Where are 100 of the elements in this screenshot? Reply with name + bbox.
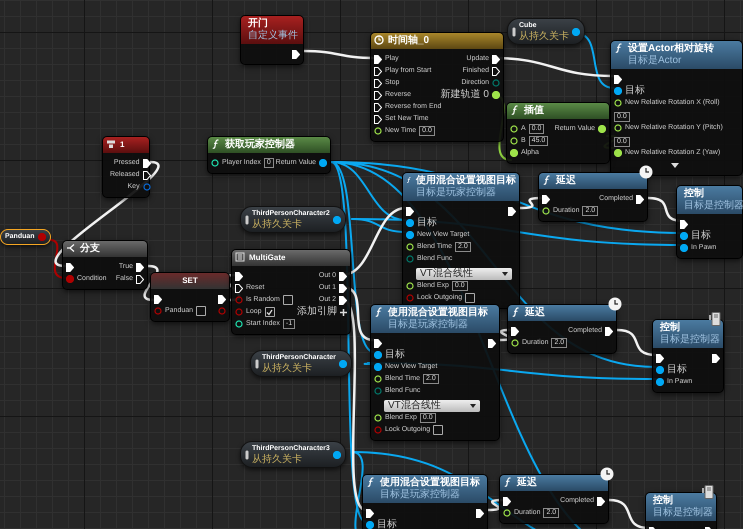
node-title: 使用混合设置视图目标 [388,307,488,318]
data-pin-icon[interactable] [614,87,622,95]
checkbox[interactable] [282,295,293,305]
function-icon [406,175,412,185]
exec-pin-icon[interactable] [136,274,144,284]
exec-pin-icon[interactable] [374,90,382,100]
exec-pin-icon[interactable] [218,294,226,304]
exec-pin-icon[interactable] [492,66,500,76]
add-pin-button[interactable]: 添加引脚 [297,306,347,318]
exec-pin-icon[interactable] [154,294,162,304]
pin-label: 目标 [377,519,397,529]
exec-pin-icon[interactable] [339,272,347,280]
data-pin-icon[interactable] [656,366,664,374]
variable-source: 从持久关卡 [262,363,313,374]
data-pin-icon[interactable] [680,232,688,240]
pin-label: 目标 [667,364,687,376]
function-icon [511,307,521,317]
exec-pin-icon[interactable] [542,194,550,204]
exec-pin-icon[interactable] [339,296,347,304]
exec-pin-icon[interactable] [136,262,144,272]
node-subtitle: 自定义事件 [248,30,298,42]
function-icon [366,477,376,487]
branch-icon [66,243,76,253]
exec-pin-icon[interactable] [374,102,382,112]
exec-pin-icon[interactable] [492,54,500,64]
node-title: 控制 [653,495,674,506]
exec-pin-icon[interactable] [503,496,511,506]
exec-pin-icon[interactable] [476,508,484,518]
node-title: 延迟 [517,477,537,489]
node-subtitle: 目标是玩家控制器 [388,319,469,331]
exec-pin-icon[interactable] [339,284,347,292]
exec-pin-icon[interactable] [488,338,496,348]
dropdown[interactable]: VT混合线性 [384,400,480,412]
exec-pin-icon[interactable] [656,354,664,362]
exec-pin-icon[interactable] [636,194,644,204]
node-title: SET [182,275,198,287]
checkbox[interactable] [465,293,476,303]
exec-pin-icon[interactable] [614,74,622,84]
variable-source: 从持久关卡 [252,219,303,230]
graph-node[interactable]: 使用混合设置视图目标 目标是玩家控制器 目标 [362,474,488,529]
function-icon [503,477,513,487]
data-pin-icon[interactable] [338,360,347,368]
variable-icon [512,26,516,36]
variable-source: 从持久关卡 [519,31,569,42]
data-pin-icon[interactable] [366,521,374,529]
exec-pin-icon[interactable] [712,354,720,362]
exec-pin-icon[interactable] [366,508,374,518]
exec-pin-icon[interactable] [508,206,516,216]
caret-icon [470,404,476,408]
exec-pin-icon[interactable] [597,496,605,506]
checkbox[interactable] [264,307,275,317]
exec-pin-icon[interactable] [142,158,151,168]
data-pin-icon[interactable] [680,244,688,252]
node-subtitle: 目标是控制器 [660,334,720,346]
checkbox[interactable] [196,306,206,316]
exec-pin-icon[interactable] [511,326,519,336]
exec-pin-icon[interactable] [680,220,688,228]
pin-label: 目标 [691,230,711,242]
variable-icon [245,214,249,224]
node-title: 设置Actor相对旋转 [628,43,714,54]
exec-pin-icon[interactable] [374,54,382,64]
node-subtitle: 目标是控制器 [653,507,713,519]
data-pin-icon[interactable] [332,216,341,224]
function-icon [211,139,221,149]
data-pin-icon[interactable] [406,219,414,227]
data-pin-icon[interactable] [374,351,382,359]
exec-pin-icon[interactable] [292,50,300,58]
node-title: 使用混合设置视图目标 [416,175,516,186]
data-pin-icon[interactable] [656,378,664,386]
function-icon [542,175,552,185]
caret-icon [502,272,508,276]
data-pin-icon[interactable] [319,159,327,167]
exec-pin-icon[interactable] [374,114,382,124]
pin-label: 新建轨道 0 [440,89,489,101]
node-title: 延迟 [525,307,545,319]
exec-pin-icon[interactable] [142,170,151,180]
data-pin-icon[interactable] [406,231,414,239]
data-pin-icon[interactable] [572,28,580,36]
graph-node[interactable]: 开门 自定义事件 [240,15,304,65]
variable-icon [255,358,259,368]
pin-label: 目标 [385,349,405,361]
dropdown[interactable]: VT混合线性 [416,268,512,280]
exec-pin-icon[interactable] [235,272,243,280]
data-pin-icon[interactable] [332,450,341,458]
node-title: 控制 [660,322,681,334]
exec-pin-icon[interactable] [374,338,382,348]
gate-icon [235,252,245,262]
exec-pin-icon[interactable] [66,262,74,272]
expand-arrow-icon[interactable] [670,162,678,168]
node-subtitle: 目标是玩家控制器 [380,489,461,501]
exec-pin-icon[interactable] [374,66,382,76]
node-title: 分支 [80,243,100,255]
data-pin-icon[interactable] [374,363,382,371]
exec-pin-icon[interactable] [605,326,613,336]
exec-pin-icon[interactable] [235,284,243,292]
checkbox[interactable] [433,425,444,435]
exec-pin-icon[interactable] [406,206,414,216]
key-icon [106,139,116,149]
exec-pin-icon[interactable] [374,78,382,88]
node-title: 延迟 [556,175,576,187]
